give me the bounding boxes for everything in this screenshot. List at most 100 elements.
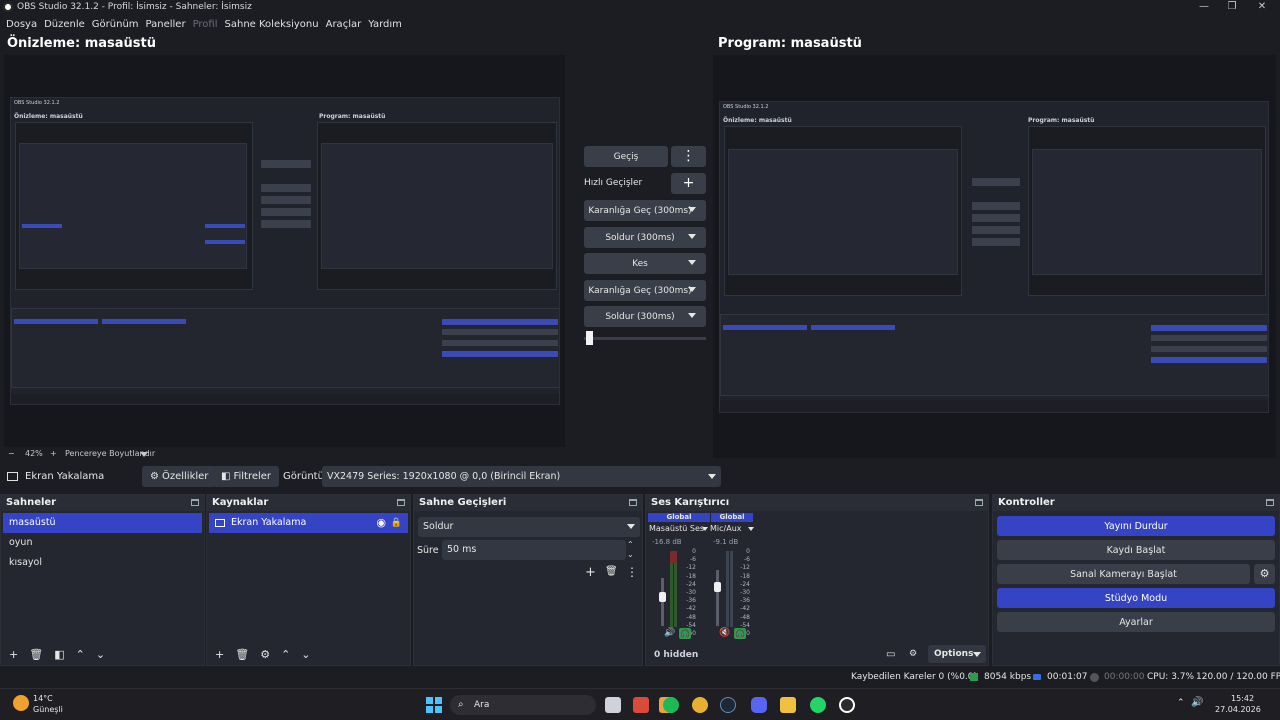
weather-text[interactable]: Güneşli: [33, 705, 63, 714]
scale-tick: -12: [686, 564, 696, 572]
preview-canvas[interactable]: OBS Studio 32.1.2 Önizleme: masaüstü Pro…: [4, 55, 565, 447]
add-scene-button[interactable]: +: [9, 648, 18, 661]
undock-icon[interactable]: [1266, 499, 1274, 506]
menu-scene-collection[interactable]: Sahne Koleksiyonu: [225, 19, 319, 30]
menu-file[interactable]: Dosya: [6, 19, 37, 30]
filters-button[interactable]: ◧ Filtreler: [213, 466, 280, 487]
discord-icon[interactable]: [751, 697, 767, 713]
mic-muted-icon[interactable]: 🔇: [719, 628, 730, 638]
properties-button[interactable]: ⚙ Özellikler: [142, 466, 217, 487]
status-bar: Kaybedilen Kareler 0 (%0.0) 8054 kbps 00…: [0, 668, 1280, 688]
scene-filters-button[interactable]: ◧: [54, 648, 64, 661]
clock-time[interactable]: 15:42: [1231, 694, 1254, 703]
source-item-screen-capture[interactable]: Ekran Yakalama ◉ 🔒: [209, 513, 408, 533]
task-view-icon[interactable]: [605, 697, 621, 713]
menu-help[interactable]: Yardım: [368, 19, 402, 30]
menu-profile[interactable]: Profil: [193, 19, 218, 30]
add-quick-transition-button[interactable]: +: [671, 173, 706, 194]
whatsapp-icon[interactable]: [810, 697, 826, 713]
speaker-icon[interactable]: 🔊: [664, 628, 675, 638]
remove-transition-button[interactable]: 🗑: [605, 566, 618, 577]
chrome-icon[interactable]: [692, 697, 708, 713]
channel-1-fader-handle[interactable]: [659, 592, 666, 602]
transition-type-select[interactable]: Soldur: [418, 517, 640, 537]
studio-mode-button[interactable]: Stüdyo Modu: [997, 588, 1275, 608]
windows-start-icon[interactable]: [426, 697, 442, 713]
quick-transition-1[interactable]: Karanlığa Geç (300ms): [584, 200, 706, 221]
menu-tools[interactable]: Araçlar: [326, 19, 362, 30]
quick-transition-4[interactable]: Karanlığa Geç (300ms): [584, 280, 706, 301]
move-scene-up-button[interactable]: ⌃: [76, 648, 85, 661]
close-button[interactable]: ✕: [1248, 0, 1276, 13]
remove-scene-button[interactable]: 🗑: [29, 648, 43, 661]
undock-icon[interactable]: [975, 499, 983, 506]
zoom-plus-button[interactable]: +: [50, 449, 57, 458]
tbar-track[interactable]: [584, 331, 706, 345]
minimize-button[interactable]: —: [1190, 0, 1218, 13]
chevron-down-icon[interactable]: [702, 527, 708, 531]
taskbar-search[interactable]: ⌕ Ara: [450, 695, 596, 715]
undock-icon[interactable]: [397, 499, 405, 506]
quick-transition-3[interactable]: Kes: [584, 253, 706, 274]
menu-view[interactable]: Görünüm: [92, 19, 139, 30]
undock-icon[interactable]: [629, 499, 637, 506]
volume-icon[interactable]: 🔊: [1191, 697, 1203, 708]
steam-icon[interactable]: [720, 697, 736, 713]
snipping-tool-icon[interactable]: [633, 697, 649, 713]
scene-item-oyun[interactable]: oyun: [3, 533, 202, 553]
start-recording-button[interactable]: Kaydı Başlat: [997, 540, 1275, 560]
nested-ctrl: [442, 329, 558, 335]
mixer-settings-icon[interactable]: ⚙: [909, 649, 917, 659]
chevron-up-icon[interactable]: ⌃: [1177, 698, 1185, 708]
maximize-button[interactable]: ❐: [1218, 0, 1246, 13]
zoom-minus-button[interactable]: −: [8, 449, 15, 458]
tbar-handle[interactable]: [586, 331, 593, 345]
menu-edit[interactable]: Düzenle: [44, 19, 85, 30]
transition-options-button[interactable]: ⋮: [626, 565, 638, 579]
display-select[interactable]: VX2479 Series: 1920x1080 @ 0,0 (Birincil…: [322, 466, 721, 487]
channel-2-fader-handle[interactable]: [714, 582, 721, 592]
chevron-down-icon[interactable]: [140, 452, 148, 457]
transition-menu-button[interactable]: ⋮: [671, 146, 706, 167]
move-source-down-button[interactable]: ⌄: [301, 648, 310, 661]
duration-input[interactable]: 50 ms: [442, 540, 626, 560]
eye-icon[interactable]: ◉: [376, 513, 386, 533]
headphones-icon[interactable]: 🎧: [734, 628, 746, 639]
channel-2-fader-track[interactable]: [714, 570, 721, 626]
clock-date[interactable]: 27.04.2026: [1215, 705, 1261, 714]
lock-icon[interactable]: 🔒: [391, 513, 402, 533]
quick-transition-5[interactable]: Soldur (300ms): [584, 306, 706, 327]
nested-ctrl-blue: [1151, 325, 1267, 331]
menu-docks[interactable]: Paneller: [146, 19, 186, 30]
add-source-button[interactable]: +: [215, 648, 224, 661]
weather-temp[interactable]: 14°C: [33, 694, 53, 703]
folder-icon[interactable]: [780, 697, 796, 713]
weather-sun-icon[interactable]: [13, 695, 29, 711]
options-button[interactable]: Options: [928, 645, 986, 663]
move-scene-down-button[interactable]: ⌄: [96, 648, 105, 661]
channel-2-name[interactable]: Mic/Aux: [710, 524, 742, 533]
channel-1-fader-track[interactable]: [659, 578, 666, 626]
obs-logo-icon: [3, 2, 13, 12]
scale-tick: -30: [740, 589, 750, 597]
spotify-icon[interactable]: [663, 697, 679, 713]
headphones-icon[interactable]: 🎧: [679, 628, 691, 639]
obs-taskbar-icon[interactable]: [839, 697, 855, 713]
settings-button[interactable]: Ayarlar: [997, 612, 1275, 632]
scene-item-kisayol[interactable]: kısayol: [3, 553, 202, 573]
quick-transition-2[interactable]: Soldur (300ms): [584, 227, 706, 248]
mixer-layout-icon[interactable]: ▭: [886, 649, 895, 660]
undock-icon[interactable]: [191, 499, 199, 506]
source-properties-button[interactable]: ⚙: [260, 648, 270, 661]
scene-item-masaustu[interactable]: masaüstü: [3, 513, 202, 533]
start-virtual-camera-button[interactable]: Sanal Kamerayı Başlat: [997, 564, 1250, 584]
add-transition-button[interactable]: +: [585, 565, 596, 580]
transition-button[interactable]: Geçiş: [584, 146, 668, 167]
chevron-down-icon[interactable]: [748, 527, 754, 531]
remove-source-button[interactable]: 🗑: [235, 648, 249, 661]
channel-1-name[interactable]: Masaüstü Ses: [649, 524, 704, 533]
move-source-up-button[interactable]: ⌃: [281, 648, 290, 661]
duration-stepper[interactable]: ⌃ ⌄: [627, 540, 634, 560]
stop-streaming-button[interactable]: Yayını Durdur: [997, 516, 1275, 536]
virtual-camera-settings-button[interactable]: ⚙: [1254, 564, 1275, 584]
